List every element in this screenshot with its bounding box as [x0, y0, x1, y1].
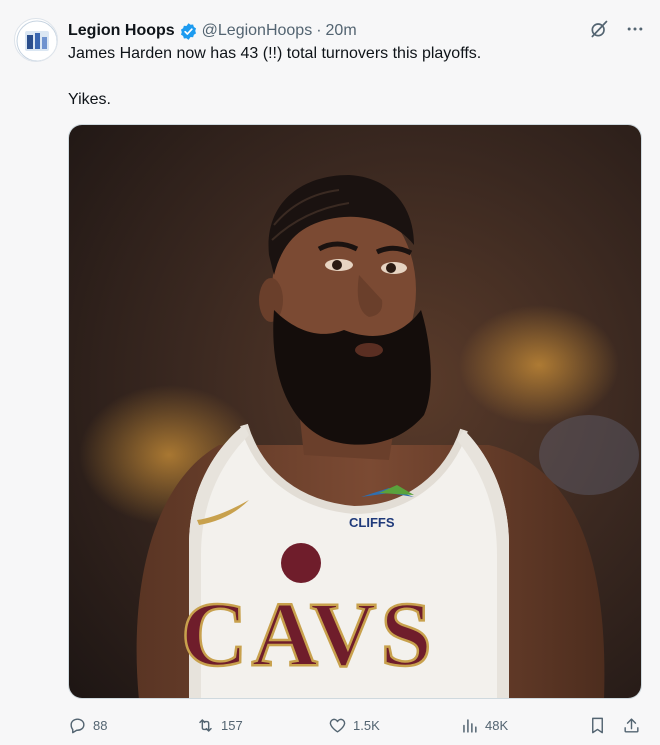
retweet-count: 157	[221, 717, 243, 733]
retweet-button[interactable]: 157	[196, 714, 243, 736]
jersey-sponsor-text: CLIFFS	[349, 515, 395, 530]
tweet-action-bar: 88 157 1.5K 48K	[68, 714, 642, 736]
views-count: 48K	[485, 717, 509, 733]
player-photo: CLIFFS CAVS	[69, 125, 641, 698]
tweet-card[interactable]: Legion Hoops @LegionHoops · 20m James Ha…	[0, 0, 660, 745]
bookmark-icon	[592, 717, 603, 733]
verified-badge-icon	[179, 22, 198, 41]
bookmark-button[interactable]	[588, 714, 607, 736]
reply-button[interactable]: 88	[68, 714, 107, 736]
like-button[interactable]: 1.5K	[328, 714, 380, 736]
heart-icon	[329, 718, 346, 733]
share-icon	[624, 717, 639, 733]
views-button[interactable]: 48K	[460, 714, 508, 736]
tweet-text-line-2: Yikes.	[68, 91, 111, 108]
author-avatar[interactable]	[14, 18, 58, 62]
tweet-text-line-1: James Harden now has 43 (!!) total turno…	[68, 45, 482, 62]
author-handle[interactable]: @LegionHoops	[202, 22, 313, 40]
tweet-top-actions	[588, 18, 646, 40]
tweet-text: James Harden now has 43 (!!) total turno…	[68, 44, 640, 110]
separator-dot: ·	[316, 22, 322, 39]
more-icon[interactable]	[624, 18, 646, 40]
retweet-icon	[199, 718, 212, 732]
views-icon	[463, 718, 477, 733]
tweet-header: Legion Hoops @LegionHoops · 20m	[68, 20, 580, 42]
tweet-media-photo[interactable]: CLIFFS CAVS	[68, 124, 642, 699]
share-button[interactable]	[622, 714, 641, 736]
reply-icon	[70, 717, 85, 733]
reply-count: 88	[93, 717, 108, 733]
tweet-timestamp[interactable]: 20m	[326, 22, 357, 40]
like-count: 1.5K	[353, 717, 380, 733]
author-name[interactable]: Legion Hoops	[68, 22, 175, 40]
grok-icon[interactable]	[588, 18, 610, 40]
jersey-team-text: CAVS	[181, 583, 436, 685]
